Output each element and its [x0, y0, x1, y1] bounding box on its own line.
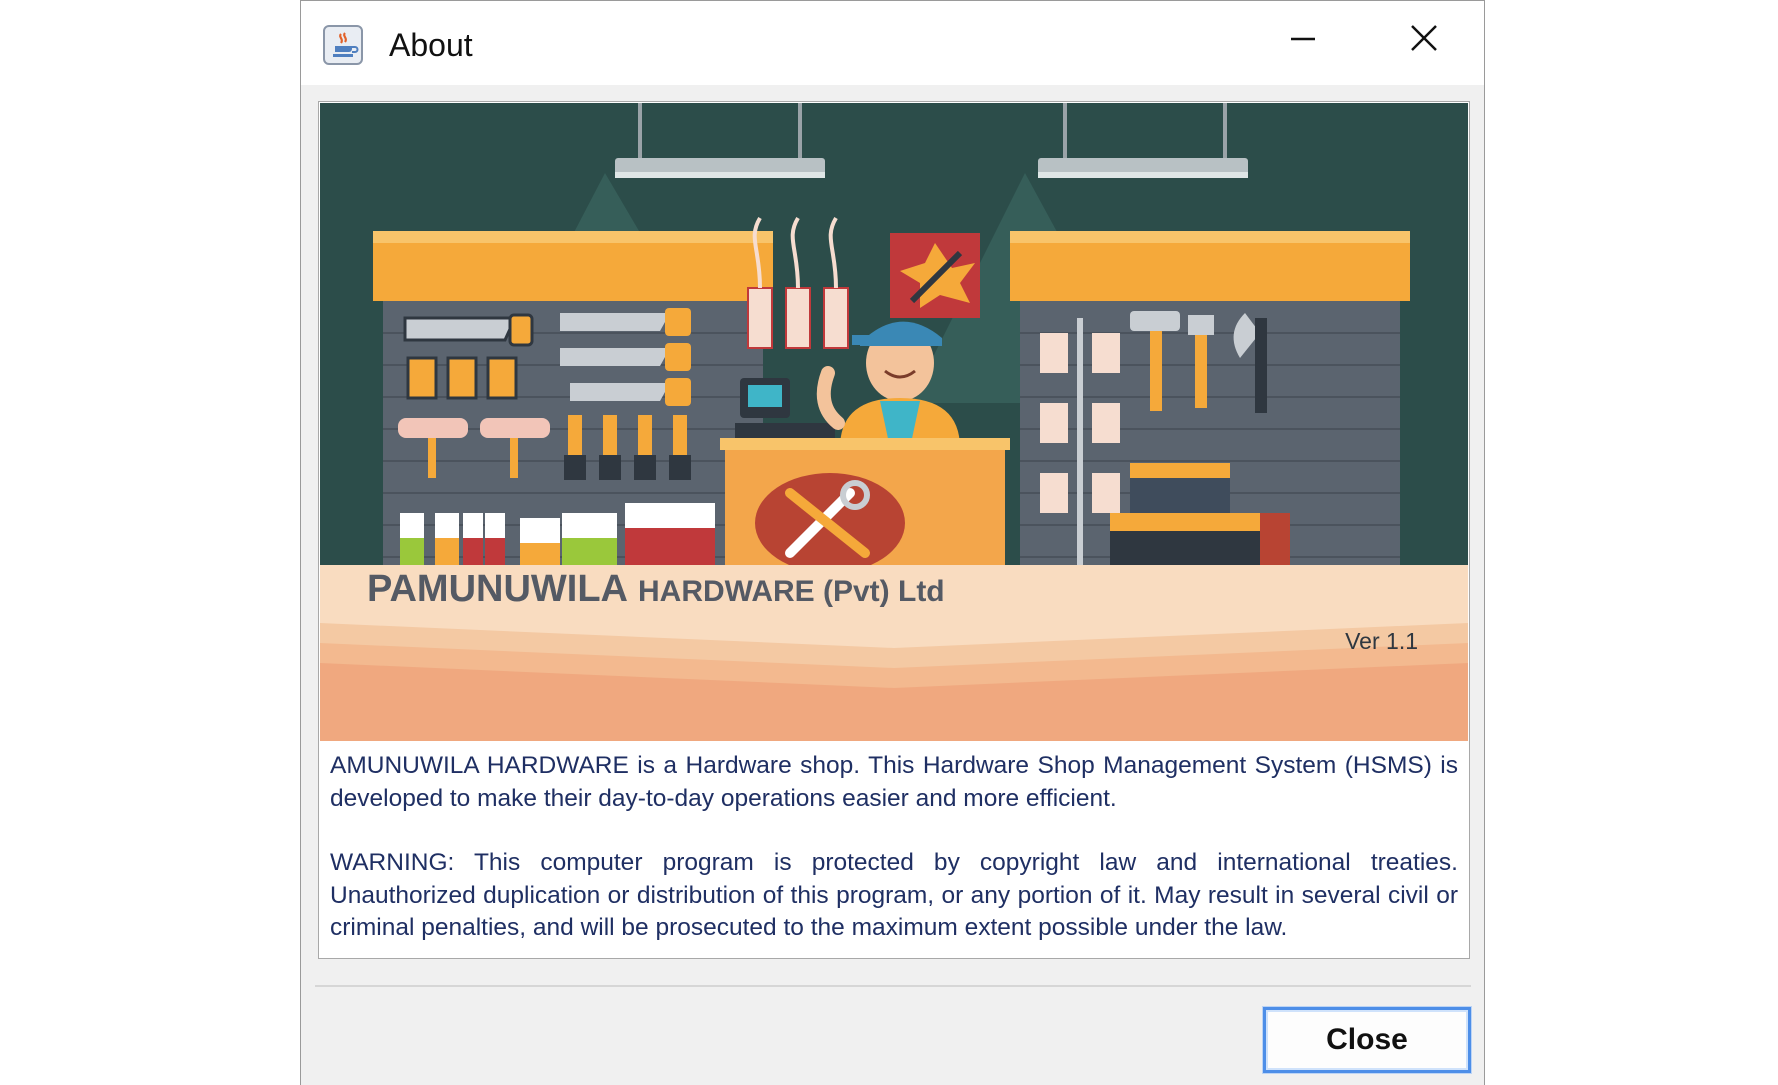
company-suffix: HARDWARE (Pvt) Ltd — [638, 575, 945, 608]
warning-paragraph: WARNING: This computer program is protec… — [330, 849, 1458, 941]
window-close-button[interactable] — [1373, 1, 1477, 85]
close-button[interactable]: Close — [1263, 1007, 1471, 1073]
title-bar[interactable]: About — [301, 1, 1484, 85]
close-icon — [1411, 25, 1437, 51]
company-name: PAMUNUWILA — [367, 568, 628, 610]
hardware-shop-banner: PAMUNUWILA HARDWARE (Pvt) Ltd Ver 1.1 — [320, 103, 1468, 741]
about-panel: PAMUNUWILA HARDWARE (Pvt) Ltd Ver 1.1 AM… — [318, 101, 1470, 959]
version-label: Ver 1.1 — [1345, 628, 1418, 654]
left-tool-wall — [373, 231, 773, 623]
separator — [315, 985, 1471, 987]
about-description: AMUNUWILA HARDWARE is a Hardware shop. T… — [330, 750, 1458, 945]
minimize-icon — [1291, 37, 1315, 41]
tools-poster — [890, 233, 980, 318]
minimize-button[interactable] — [1251, 1, 1355, 85]
about-dialog: About PAMUNUWILA HARDWARE (Pvt) Ltd Ver … — [300, 0, 1485, 1085]
java-coffee-icon — [323, 25, 363, 65]
dialog-content: PAMUNUWILA HARDWARE (Pvt) Ltd Ver 1.1 AM… — [301, 85, 1484, 1085]
description-paragraph: AMUNUWILA HARDWARE is a Hardware shop. T… — [330, 752, 1458, 812]
window-title: About — [389, 27, 473, 63]
